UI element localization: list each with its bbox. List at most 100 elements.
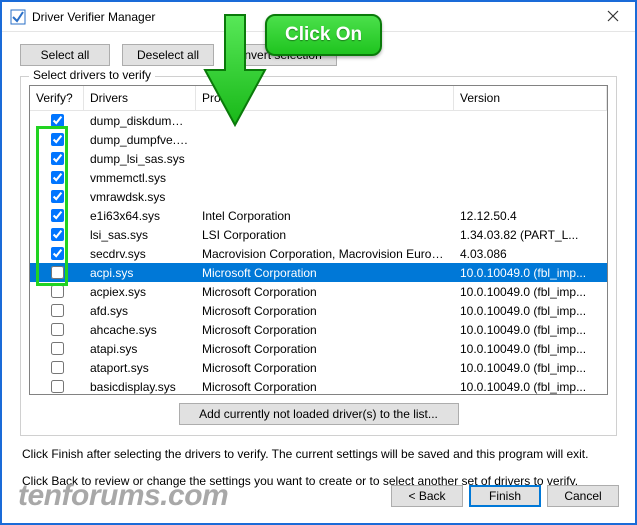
table-row[interactable]: lsi_sas.sysLSI Corporation1.34.03.82 (PA… [30,225,607,244]
group-legend: Select drivers to verify [29,68,155,82]
cancel-button[interactable]: Cancel [547,485,619,507]
column-header-row: Verify? Drivers Provider Version [30,86,607,111]
version-cell: 12.12.50.4 [454,209,607,223]
back-button[interactable]: < Back [391,485,463,507]
provider-cell: Microsoft Corporation [196,342,454,356]
table-row[interactable]: e1i63x64.sysIntel Corporation12.12.50.4 [30,206,607,225]
table-row[interactable]: dump_lsi_sas.sys [30,149,607,168]
table-row[interactable]: ataport.sysMicrosoft Corporation10.0.100… [30,358,607,377]
verify-cell [30,361,84,374]
watermark: tenforums.com [18,479,228,513]
table-row[interactable]: dump_dumpfve.sys [30,130,607,149]
version-cell: 10.0.10049.0 (fbl_imp... [454,304,607,318]
driver-cell: e1i63x64.sys [84,209,196,223]
deselect-all-button[interactable]: Deselect all [122,44,214,66]
table-row[interactable]: acpiex.sysMicrosoft Corporation10.0.1004… [30,282,607,301]
table-row[interactable]: dump_diskdump.sys [30,111,607,130]
table-row[interactable]: afd.sysMicrosoft Corporation10.0.10049.0… [30,301,607,320]
verify-checkbox[interactable] [51,171,64,184]
verify-checkbox[interactable] [51,304,64,317]
provider-cell: LSI Corporation [196,228,454,242]
driver-cell: acpiex.sys [84,285,196,299]
version-cell: 10.0.10049.0 (fbl_imp... [454,380,607,394]
verify-cell [30,190,84,203]
select-all-button[interactable]: Select all [20,44,110,66]
verify-checkbox[interactable] [51,133,64,146]
verify-cell [30,247,84,260]
window-title: Driver Verifier Manager [32,10,155,24]
invert-selection-button[interactable]: Invert selection [226,44,337,66]
finish-button[interactable]: Finish [469,485,541,507]
driver-cell: acpi.sys [84,266,196,280]
verify-cell [30,209,84,222]
verify-cell [30,342,84,355]
drivers-listview[interactable]: Verify? Drivers Provider Version dump_di… [29,85,608,395]
version-cell: 10.0.10049.0 (fbl_imp... [454,266,607,280]
verify-cell [30,114,84,127]
version-cell: 10.0.10049.0 (fbl_imp... [454,361,607,375]
verify-checkbox[interactable] [51,323,64,336]
verify-checkbox[interactable] [51,152,64,165]
driver-cell: dump_diskdump.sys [84,114,196,128]
verify-cell [30,152,84,165]
table-row[interactable]: vmmemctl.sys [30,168,607,187]
driver-cell: dump_lsi_sas.sys [84,152,196,166]
table-row[interactable]: vmrawdsk.sys [30,187,607,206]
verify-cell [30,380,84,393]
footer: tenforums.com < Back Finish Cancel [0,479,637,513]
column-verify[interactable]: Verify? [30,86,84,110]
verify-cell [30,171,84,184]
app-icon [10,9,26,25]
verify-checkbox[interactable] [51,247,64,260]
provider-cell: Microsoft Corporation [196,361,454,375]
add-drivers-button[interactable]: Add currently not loaded driver(s) to th… [179,403,459,425]
column-version[interactable]: Version [454,86,607,110]
version-cell: 10.0.10049.0 (fbl_imp... [454,323,607,337]
provider-cell: Microsoft Corporation [196,380,454,394]
driver-cell: lsi_sas.sys [84,228,196,242]
table-row[interactable]: atapi.sysMicrosoft Corporation10.0.10049… [30,339,607,358]
hint-line-1: Click Finish after selecting the drivers… [22,446,615,463]
driver-cell: basicdisplay.sys [84,380,196,394]
top-button-row: Select all Deselect all Invert selection [20,44,617,66]
driver-cell: ahcache.sys [84,323,196,337]
provider-cell: Microsoft Corporation [196,266,454,280]
version-cell: 1.34.03.82 (PART_L... [454,228,607,242]
verify-cell [30,133,84,146]
table-row[interactable]: secdrv.sysMacrovision Corporation, Macro… [30,244,607,263]
verify-checkbox[interactable] [51,228,64,241]
verify-cell [30,304,84,317]
drivers-groupbox: Select drivers to verify Verify? Drivers… [20,76,617,436]
verify-checkbox[interactable] [51,285,64,298]
driver-cell: vmrawdsk.sys [84,190,196,204]
driver-cell: secdrv.sys [84,247,196,261]
column-drivers[interactable]: Drivers [84,86,196,110]
table-row[interactable]: basicdisplay.sysMicrosoft Corporation10.… [30,377,607,394]
version-cell: 10.0.10049.0 (fbl_imp... [454,342,607,356]
verify-cell [30,228,84,241]
provider-cell: Microsoft Corporation [196,323,454,337]
driver-cell: atapi.sys [84,342,196,356]
column-provider[interactable]: Provider [196,86,454,110]
table-row[interactable]: acpi.sysMicrosoft Corporation10.0.10049.… [30,263,607,282]
verify-checkbox[interactable] [51,361,64,374]
verify-checkbox[interactable] [51,114,64,127]
verify-cell [30,266,84,279]
verify-checkbox[interactable] [51,190,64,203]
verify-cell [30,323,84,336]
provider-cell: Microsoft Corporation [196,304,454,318]
titlebar: Driver Verifier Manager [2,2,635,32]
verify-checkbox[interactable] [51,342,64,355]
version-cell: 10.0.10049.0 (fbl_imp... [454,285,607,299]
close-button[interactable] [590,2,635,32]
provider-cell: Microsoft Corporation [196,285,454,299]
verify-checkbox[interactable] [51,209,64,222]
verify-checkbox[interactable] [51,380,64,393]
verify-checkbox[interactable] [51,266,64,279]
table-row[interactable]: ahcache.sysMicrosoft Corporation10.0.100… [30,320,607,339]
driver-cell: vmmemctl.sys [84,171,196,185]
driver-cell: afd.sys [84,304,196,318]
driver-cell: ataport.sys [84,361,196,375]
close-icon [607,9,619,25]
rows-container: dump_diskdump.sys dump_dumpfve.sys dump_ls… [30,111,607,394]
